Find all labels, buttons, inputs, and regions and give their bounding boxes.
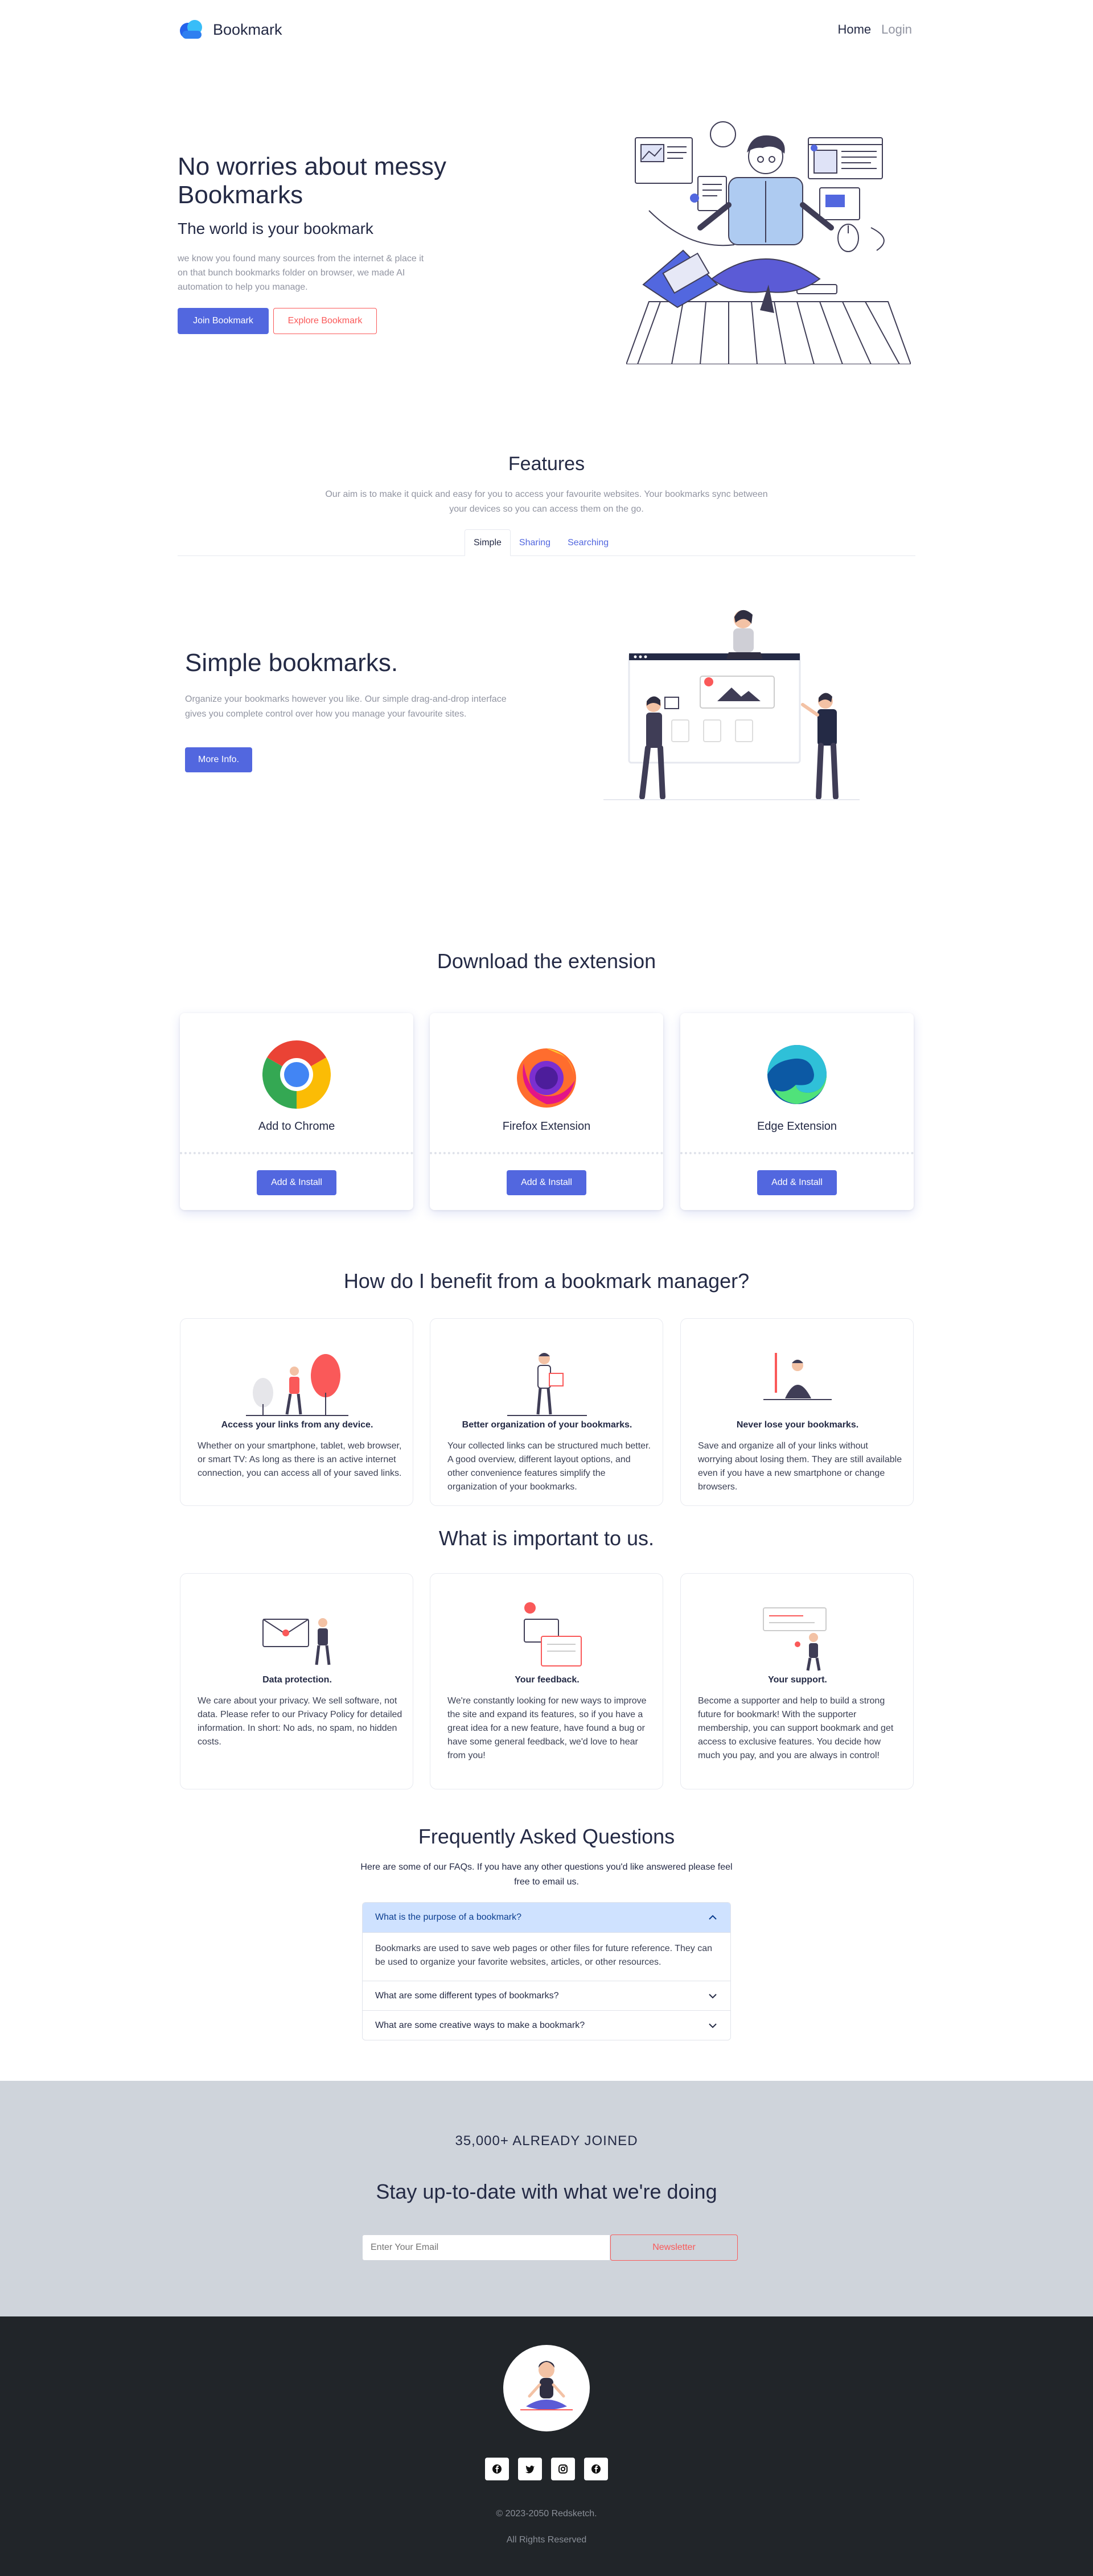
hero-subtitle: The world is your bookmark [178,220,373,237]
joined-count: 35,000+ ALREADY JOINED [455,2133,638,2149]
hero-description: we know you found many sources from the … [178,254,424,292]
facebook-icon [591,2464,601,2474]
copyright-text: © 2023-2050 Redsketch. [496,2509,597,2519]
benefit-card: Never lose your bookmarks. Save and orga… [680,1318,914,1506]
value-title: Your feedback. [515,1675,580,1685]
brand[interactable]: Bookmark [178,18,282,41]
simple-bookmarks-title: Simple bookmarks. [185,649,398,677]
faq-description: Here are some of our FAQs. If you have a… [360,1862,733,1887]
newsletter-button[interactable]: Newsletter [610,2235,738,2261]
faq-question-text: What are some different types of bookmar… [375,1990,559,2001]
faq-title: Frequently Asked Questions [418,1825,675,1848]
dotted-divider [680,1152,914,1154]
benefit-title: Access your links from any device. [221,1420,373,1430]
card-title: Firefox Extension [502,1120,591,1133]
more-info-button[interactable]: More Info. [185,747,252,772]
cloud-logo-icon [180,20,202,39]
organize-person-illustration [507,1353,587,1416]
footer: © 2023-2050 Redsketch. All Rights Reserv… [0,2316,1093,2576]
benefit-text: Your collected links can be structured m… [447,1441,651,1492]
trees-person-illustration [246,1354,348,1416]
drag-and-drop-illustration [603,610,860,800]
brand-name: Bookmark [213,20,282,38]
hero-meditation-illustration [626,121,911,364]
facebook-link[interactable] [485,2458,509,2480]
value-title: Data protection. [262,1675,332,1685]
twitter-icon [525,2466,535,2474]
benefit-title: Never lose your bookmarks. [736,1420,859,1430]
social-links [485,2458,608,2480]
nav-links: Home Login [837,22,912,37]
footer-avatar [503,2345,590,2431]
simple-bookmarks-description: Organize your bookmarks however you like… [185,694,507,719]
bookmarks-person-illustration [763,1353,832,1400]
meditating-person-icon [520,2361,573,2410]
join-bookmark-button[interactable]: Join Bookmark [178,308,269,334]
chrome-icon [262,1040,331,1109]
email-input[interactable] [362,2235,610,2261]
faq-answer: Bookmarks are used to save web pages or … [363,1932,730,1981]
card-title: Edge Extension [757,1120,837,1133]
faq-question[interactable]: What is the purpose of a bookmark? [363,1903,730,1932]
benefit-text: Whether on your smartphone, tablet, web … [198,1441,402,1478]
benefit-card: Access your links from any device. Wheth… [180,1318,413,1506]
firefox-extension-card: Firefox Extension Add & Install [430,1013,663,1210]
download-title: Download the extension [437,949,656,973]
top-nav: Bookmark Home Login [178,16,912,43]
features-title: Features [508,453,585,475]
tab-sharing[interactable]: Sharing [511,529,559,556]
value-card: Your support. Become a supporter and hel… [680,1573,914,1789]
instagram-icon [558,2464,568,2474]
benefit-text: Save and organize all of your links with… [698,1441,902,1492]
firefox-icon [517,1048,576,1108]
add-install-edge-button[interactable]: Add & Install [757,1170,837,1195]
chevron-up-icon [709,1915,717,1920]
chrome-extension-card: Add to Chrome Add & Install [180,1013,413,1210]
data-protection-illustration [262,1618,331,1665]
faq-accordion: What is the purpose of a bookmark? Bookm… [362,1902,731,2040]
chevron-down-icon [709,2023,717,2028]
tab-simple[interactable]: Simple [465,529,511,556]
hero-title: No worries about messy Bookmarks [178,153,446,209]
facebook-icon [492,2464,502,2474]
edge-icon [767,1045,827,1104]
newsletter-title: Stay up-to-date with what we're doing [376,2180,717,2203]
feedback-illustration [524,1602,582,1666]
nav-home-link[interactable]: Home [837,22,871,37]
twitter-link[interactable] [518,2458,542,2480]
faq-question[interactable]: What are some creative ways to make a bo… [363,2010,730,2040]
dotted-divider [180,1152,413,1154]
value-card: Your feedback. We're constantly looking … [430,1573,663,1789]
add-install-firefox-button[interactable]: Add & Install [507,1170,586,1195]
value-text: We care about your privacy. We sell soft… [198,1696,402,1747]
facebook-link[interactable] [584,2458,608,2480]
features-tabs: Simple Sharing Searching [465,529,617,556]
faq-question[interactable]: What are some different types of bookmar… [363,1981,730,2010]
nav-login-link[interactable]: Login [881,22,912,37]
important-title: What is important to us. [438,1526,655,1550]
faq-question-text: What are some creative ways to make a bo… [375,2020,585,2030]
value-title: Your support. [768,1675,827,1685]
benefit-title: Better organization of your bookmarks. [462,1420,632,1430]
newsletter-section: 35,000+ ALREADY JOINED Stay up-to-date w… [0,2081,1093,2316]
value-text: Become a supporter and help to build a s… [698,1696,894,1760]
benefits-title: How do I benefit from a bookmark manager… [343,1269,750,1293]
value-card: Data protection. We care about your priv… [180,1573,413,1789]
chevron-down-icon [709,1993,717,1998]
support-illustration [763,1607,827,1671]
dotted-divider [430,1152,663,1154]
tab-searching[interactable]: Searching [559,529,617,556]
rights-text: All Rights Reserved [506,2535,587,2545]
add-install-chrome-button[interactable]: Add & Install [257,1170,336,1195]
explore-bookmark-button[interactable]: Explore Bookmark [273,308,377,334]
instagram-link[interactable] [551,2458,575,2480]
card-title: Add to Chrome [258,1120,335,1133]
features-description: Our aim is to make it quick and easy for… [325,489,768,514]
faq-question-text: What is the purpose of a bookmark? [375,1912,522,1922]
value-text: We're constantly looking for new ways to… [447,1696,647,1760]
benefit-card: Better organization of your bookmarks. Y… [430,1318,663,1506]
edge-extension-card: Edge Extension Add & Install [680,1013,914,1210]
